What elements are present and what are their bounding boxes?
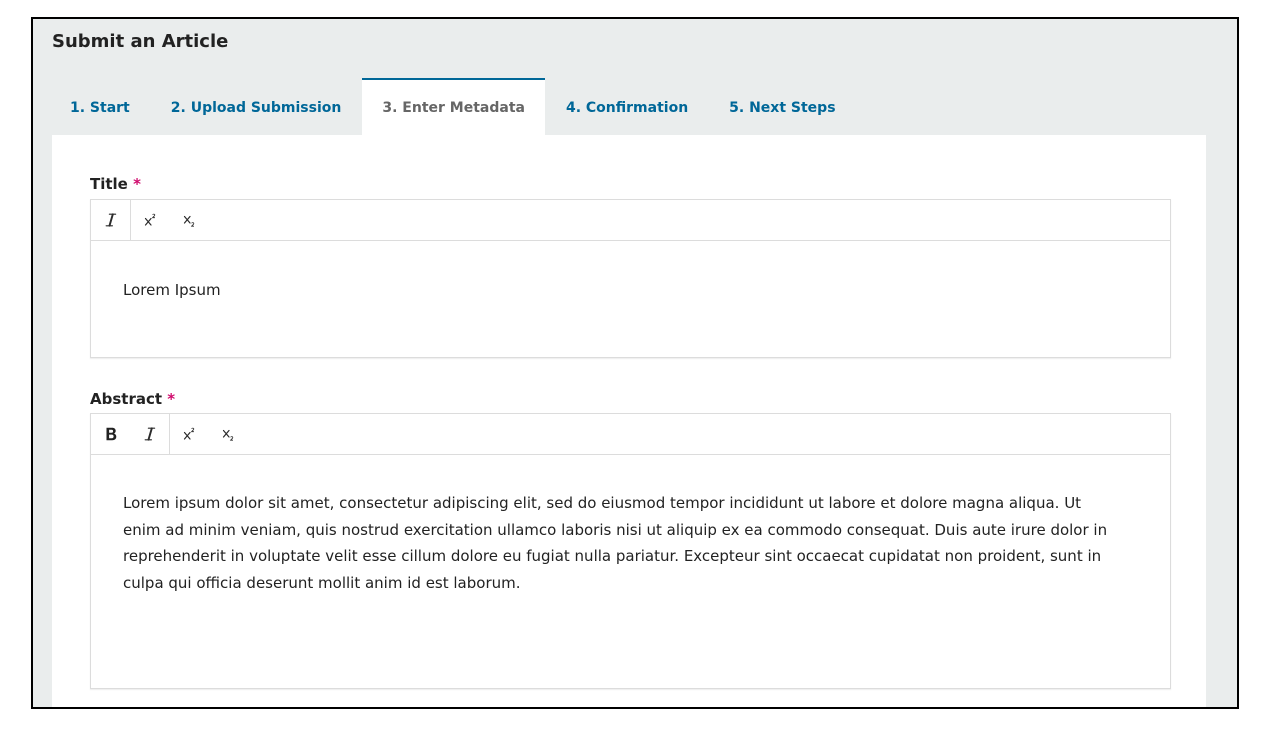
title-field-label: Title * [90,175,141,193]
abstract-script-group [170,414,248,454]
tab-confirmation[interactable]: 4. Confirmation [545,78,708,135]
tab-enter-metadata[interactable]: 3. Enter Metadata [361,78,546,135]
title-subscript-button[interactable] [170,200,209,240]
abstract-label-text: Abstract [90,390,163,408]
metadata-form-panel: Title * Lorem Ipsum Abstract * Lorem ips… [52,135,1206,707]
tab-start[interactable]: 1. Start [50,78,151,135]
abstract-bold-button[interactable] [91,414,130,454]
abstract-format-group [91,414,170,454]
abstract-italic-button[interactable] [130,414,169,454]
italic-icon [144,427,155,441]
title-format-group [91,200,131,240]
title-rich-text-field: Lorem Ipsum [90,199,1171,358]
tab-upload-submission[interactable]: 2. Upload Submission [150,78,362,135]
italic-icon [105,213,116,227]
title-superscript-button[interactable] [131,200,170,240]
abstract-subscript-button[interactable] [209,414,248,454]
title-script-group [131,200,209,240]
bold-icon [106,427,116,441]
screenshot-frame: Submit an Article 1. Start 2. Upload Sub… [31,17,1239,709]
superscript-icon [144,213,155,226]
abstract-editor[interactable]: Lorem ipsum dolor sit amet, consectetur … [91,455,1170,688]
title-editor-toolbar [91,200,1170,241]
title-required-marker: * [133,175,141,193]
submission-steps-tabs: 1. Start 2. Upload Submission 3. Enter M… [50,78,857,135]
superscript-icon [183,427,194,440]
abstract-superscript-button[interactable] [170,414,209,454]
tab-next-steps[interactable]: 5. Next Steps [709,78,856,135]
page-title: Submit an Article [52,31,229,52]
title-italic-button[interactable] [91,200,130,240]
abstract-editor-toolbar [91,414,1170,455]
subscript-icon [183,215,194,227]
subscript-icon [222,429,233,441]
abstract-required-marker: * [167,390,176,408]
title-label-text: Title [90,175,128,193]
title-editor[interactable]: Lorem Ipsum [91,241,1170,357]
abstract-rich-text-field: Lorem ipsum dolor sit amet, consectetur … [90,413,1171,689]
abstract-field-label: Abstract * [90,390,175,408]
